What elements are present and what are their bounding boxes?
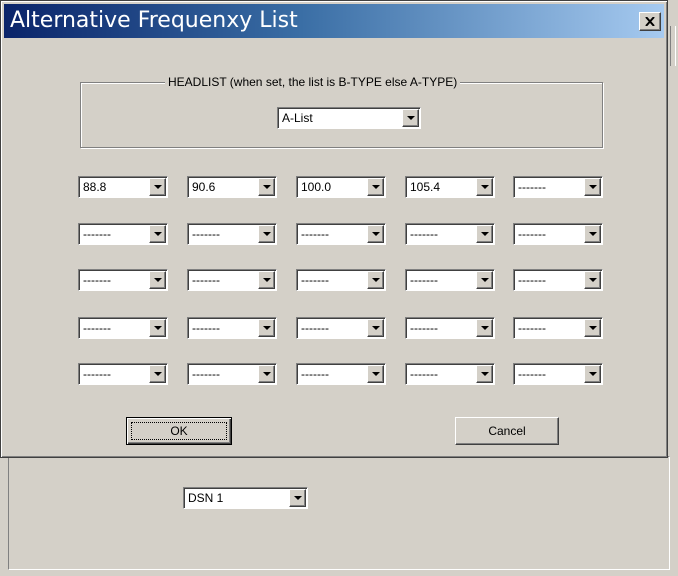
frequency-select[interactable]: ------- [187,223,277,245]
frequency-select[interactable]: 90.6 [187,176,277,198]
title-bar[interactable]: Alternative Frequenxy List [4,4,664,38]
frequency-select[interactable]: ------- [187,363,277,385]
frequency-value: ------- [410,321,438,335]
frequency-value: 88.8 [83,180,107,194]
frequency-value: ------- [301,227,329,241]
dsn-select[interactable]: DSN 1 [183,487,308,509]
frequency-value: ------- [192,321,220,335]
chevron-down-icon[interactable] [258,178,275,196]
frequency-value: ------- [410,227,438,241]
frequency-value: ------- [192,227,220,241]
frequency-select[interactable]: ------- [187,317,277,339]
frequency-value: ------- [83,367,111,381]
frequency-select[interactable]: ------- [405,317,495,339]
frequency-value: 90.6 [192,180,216,194]
frequency-value: 105.4 [410,180,441,194]
frequency-select[interactable]: ------- [78,269,168,291]
chevron-down-icon[interactable] [289,489,306,507]
chevron-down-icon[interactable] [258,225,275,243]
chevron-down-icon[interactable] [476,178,493,196]
chevron-down-icon[interactable] [367,365,384,383]
cancel-button-label: Cancel [488,424,526,438]
headlist-select-value: A-List [282,111,313,125]
close-button[interactable] [639,12,661,31]
alternative-frequency-dialog: Alternative Frequenxy List HEADLIST (whe… [0,0,668,458]
ok-button[interactable]: OK [126,417,232,445]
dialog-title: Alternative Frequenxy List [10,8,298,33]
chevron-down-icon[interactable] [584,225,601,243]
frequency-select[interactable]: ------- [513,176,603,198]
chevron-down-icon[interactable] [584,319,601,337]
frequency-value: ------- [518,227,546,241]
chevron-down-icon[interactable] [149,178,166,196]
frequency-select[interactable]: ------- [296,269,386,291]
chevron-down-icon[interactable] [584,365,601,383]
frequency-value: ------- [83,273,111,287]
frequency-select[interactable]: ------- [405,269,495,291]
frequency-value: ------- [518,273,546,287]
chevron-down-icon[interactable] [367,225,384,243]
chevron-down-icon[interactable] [367,319,384,337]
frequency-select[interactable]: ------- [78,363,168,385]
frequency-select[interactable]: ------- [78,223,168,245]
chevron-down-icon[interactable] [149,225,166,243]
frequency-select[interactable]: ------- [187,269,277,291]
dsn-select-value: DSN 1 [188,491,224,505]
focus-rectangle [131,422,227,440]
frequency-select[interactable]: 105.4 [405,176,495,198]
chevron-down-icon[interactable] [367,178,384,196]
background-panel [8,456,670,570]
frequency-value: ------- [83,227,111,241]
frequency-value: ------- [192,273,220,287]
chevron-down-icon[interactable] [476,319,493,337]
chevron-down-icon[interactable] [476,365,493,383]
chevron-down-icon[interactable] [402,109,419,127]
frequency-value: ------- [518,180,546,194]
frequency-select[interactable]: ------- [296,317,386,339]
chevron-down-icon[interactable] [367,271,384,289]
frequency-select[interactable]: ------- [296,363,386,385]
chevron-down-icon[interactable] [258,319,275,337]
frequency-value: ------- [410,367,438,381]
frequency-select[interactable]: ------- [405,223,495,245]
frequency-value: ------- [192,367,220,381]
frequency-select[interactable]: ------- [296,223,386,245]
chevron-down-icon[interactable] [476,225,493,243]
frequency-value: 100.0 [301,180,332,194]
frequency-value: ------- [301,367,329,381]
headlist-label: HEADLIST (when set, the list is B-TYPE e… [165,75,461,89]
chevron-down-icon[interactable] [258,365,275,383]
frequency-select[interactable]: 88.8 [78,176,168,198]
frequency-select[interactable]: ------- [513,317,603,339]
close-icon [645,17,655,26]
frequency-select[interactable]: ------- [78,317,168,339]
chevron-down-icon[interactable] [584,271,601,289]
frequency-value: ------- [518,321,546,335]
chevron-down-icon[interactable] [476,271,493,289]
frequency-value: ------- [83,321,111,335]
frequency-select[interactable]: ------- [513,363,603,385]
frequency-select[interactable]: 100.0 [296,176,386,198]
chevron-down-icon[interactable] [258,271,275,289]
headlist-select[interactable]: A-List [277,107,421,129]
headlist-group: HEADLIST (when set, the list is B-TYPE e… [80,75,603,148]
frequency-select[interactable]: ------- [513,223,603,245]
chevron-down-icon[interactable] [149,271,166,289]
cancel-button[interactable]: Cancel [455,417,559,445]
frequency-value: ------- [410,273,438,287]
chevron-down-icon[interactable] [149,319,166,337]
frequency-select[interactable]: ------- [405,363,495,385]
frequency-select[interactable]: ------- [513,269,603,291]
frequency-value: ------- [518,367,546,381]
frequency-value: ------- [301,321,329,335]
chevron-down-icon[interactable] [149,365,166,383]
chevron-down-icon[interactable] [584,178,601,196]
frequency-value: ------- [301,273,329,287]
